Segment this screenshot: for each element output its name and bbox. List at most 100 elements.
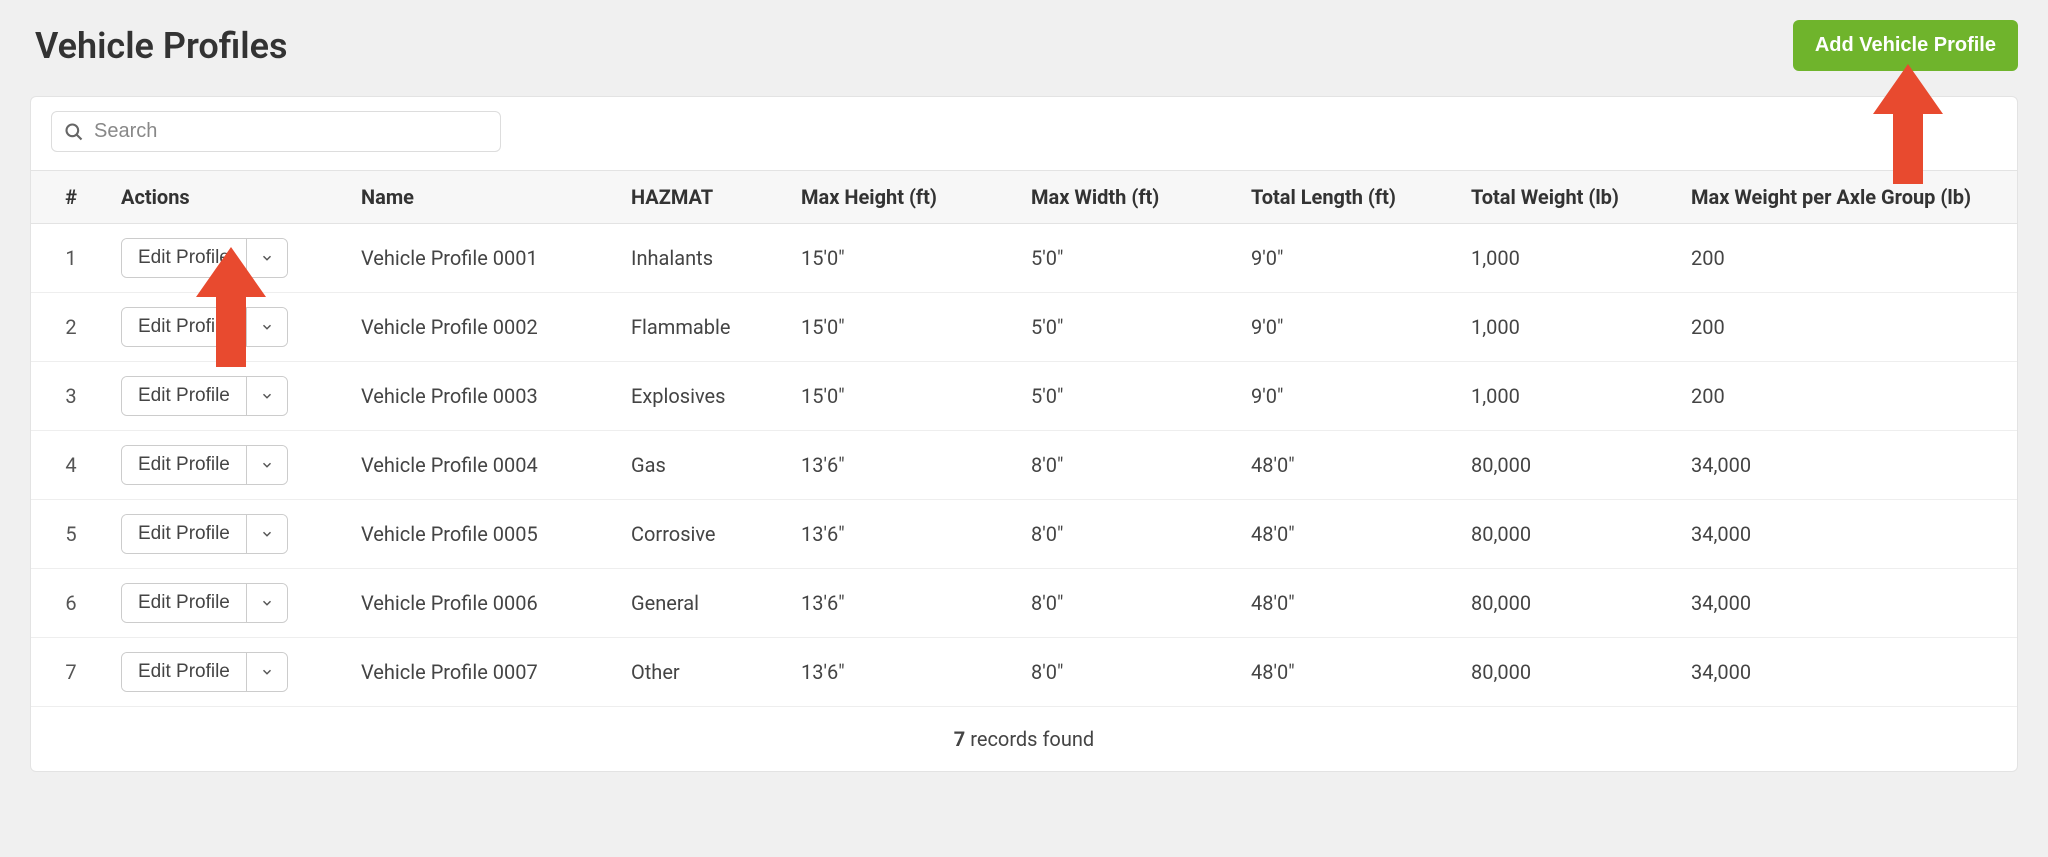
- col-max-height: Max Height (ft): [791, 171, 1021, 224]
- row-actions: Edit Profile: [111, 293, 351, 362]
- row-number: 2: [31, 293, 111, 362]
- table-row: 2 Edit Profile Vehicle Profile 0002Flammab…: [31, 293, 2017, 362]
- col-max-axle: Max Weight per Axle Group (lb): [1681, 171, 2017, 224]
- cell-name: Vehicle Profile 0006: [351, 569, 621, 638]
- cell-total-length: 48'0": [1241, 638, 1461, 707]
- edit-profile-button[interactable]: Edit Profile: [122, 515, 247, 553]
- cell-name: Vehicle Profile 0005: [351, 500, 621, 569]
- row-number: 3: [31, 362, 111, 431]
- cell-name: Vehicle Profile 0001: [351, 224, 621, 293]
- col-name: Name: [351, 171, 621, 224]
- edit-profile-dropdown[interactable]: [247, 653, 287, 691]
- cell-total-length: 9'0": [1241, 362, 1461, 431]
- col-max-width: Max Width (ft): [1021, 171, 1241, 224]
- cell-max-height: 13'6": [791, 500, 1021, 569]
- records-suffix: records found: [965, 727, 1094, 751]
- edit-profile-group: Edit Profile: [121, 514, 288, 554]
- cell-max-axle: 200: [1681, 362, 2017, 431]
- row-number: 7: [31, 638, 111, 707]
- edit-profile-button[interactable]: Edit Profile: [122, 239, 247, 277]
- cell-total-length: 48'0": [1241, 500, 1461, 569]
- edit-profile-button[interactable]: Edit Profile: [122, 584, 247, 622]
- table-row: 7Edit ProfileVehicle Profile 0007Other13…: [31, 638, 2017, 707]
- edit-profile-dropdown[interactable]: [247, 308, 287, 346]
- row-actions: Edit Profile: [111, 224, 351, 293]
- chevron-down-icon: [260, 320, 274, 334]
- cell-name: Vehicle Profile 0002: [351, 293, 621, 362]
- row-number: 4: [31, 431, 111, 500]
- table-row: 3 Edit Profile Vehicle Profile 0003Explosi…: [31, 362, 2017, 431]
- row-number: 6: [31, 569, 111, 638]
- cell-max-width: 8'0": [1021, 638, 1241, 707]
- cell-max-height: 13'6": [791, 569, 1021, 638]
- table-row: 4Edit ProfileVehicle Profile 0004Gas13'6…: [31, 431, 2017, 500]
- chevron-down-icon: [260, 527, 274, 541]
- edit-profile-dropdown[interactable]: [247, 584, 287, 622]
- cell-max-axle: 34,000: [1681, 569, 2017, 638]
- edit-profile-button[interactable]: Edit Profile: [122, 446, 247, 484]
- cell-total-length: 9'0": [1241, 293, 1461, 362]
- cell-max-axle: 34,000: [1681, 500, 2017, 569]
- page-title: Vehicle Profiles: [35, 25, 288, 67]
- cell-max-width: 8'0": [1021, 500, 1241, 569]
- cell-max-height: 15'0": [791, 362, 1021, 431]
- edit-profile-group: Edit Profile: [121, 652, 288, 692]
- edit-profile-button[interactable]: Edit Profile: [122, 377, 247, 415]
- cell-name: Vehicle Profile 0004: [351, 431, 621, 500]
- cell-hazmat: Inhalants: [621, 224, 791, 293]
- cell-total-weight: 1,000: [1461, 362, 1681, 431]
- cell-max-width: 8'0": [1021, 569, 1241, 638]
- row-actions: Edit Profile: [111, 500, 351, 569]
- chevron-down-icon: [260, 596, 274, 610]
- chevron-down-icon: [260, 389, 274, 403]
- edit-profile-group: Edit Profile: [121, 583, 288, 623]
- cell-max-width: 5'0": [1021, 362, 1241, 431]
- cell-max-height: 13'6": [791, 431, 1021, 500]
- cell-name: Vehicle Profile 0003: [351, 362, 621, 431]
- search-input-wrapper[interactable]: [51, 111, 501, 152]
- edit-profile-dropdown[interactable]: [247, 377, 287, 415]
- cell-max-width: 5'0": [1021, 293, 1241, 362]
- chevron-down-icon: [260, 665, 274, 679]
- col-hazmat: HAZMAT: [621, 171, 791, 224]
- cell-total-weight: 80,000: [1461, 431, 1681, 500]
- table-row: 5Edit ProfileVehicle Profile 0005Corrosi…: [31, 500, 2017, 569]
- search-icon: [64, 122, 84, 142]
- cell-max-width: 5'0": [1021, 224, 1241, 293]
- cell-hazmat: Explosives: [621, 362, 791, 431]
- cell-max-axle: 34,000: [1681, 638, 2017, 707]
- cell-hazmat: Flammable: [621, 293, 791, 362]
- table-row: 6Edit ProfileVehicle Profile 0006General…: [31, 569, 2017, 638]
- cell-max-height: 15'0": [791, 224, 1021, 293]
- edit-profile-dropdown[interactable]: [247, 239, 287, 277]
- cell-total-weight: 1,000: [1461, 224, 1681, 293]
- cell-total-length: 9'0": [1241, 224, 1461, 293]
- edit-profile-group: Edit Profile: [121, 376, 288, 416]
- table-header-row: # Actions Name HAZMAT Max Height (ft) Ma…: [31, 171, 2017, 224]
- search-input[interactable]: [94, 120, 488, 143]
- edit-profile-dropdown[interactable]: [247, 446, 287, 484]
- edit-profile-group: Edit Profile: [121, 307, 288, 347]
- cell-max-axle: 34,000: [1681, 431, 2017, 500]
- cell-hazmat: Corrosive: [621, 500, 791, 569]
- cell-hazmat: Other: [621, 638, 791, 707]
- edit-profile-dropdown[interactable]: [247, 515, 287, 553]
- vehicle-profiles-panel: # Actions Name HAZMAT Max Height (ft) Ma…: [30, 96, 2018, 772]
- edit-profile-button[interactable]: Edit Profile: [122, 308, 247, 346]
- add-vehicle-profile-button[interactable]: Add Vehicle Profile: [1793, 20, 2018, 71]
- col-actions: Actions: [111, 171, 351, 224]
- cell-max-height: 13'6": [791, 638, 1021, 707]
- cell-max-height: 15'0": [791, 293, 1021, 362]
- col-total-length: Total Length (ft): [1241, 171, 1461, 224]
- vehicle-profiles-table: # Actions Name HAZMAT Max Height (ft) Ma…: [31, 170, 2017, 771]
- cell-total-weight: 80,000: [1461, 569, 1681, 638]
- table-row: 1 Edit Profile Vehicle Profile 0001Inhalan…: [31, 224, 2017, 293]
- records-count: 7: [954, 727, 965, 751]
- cell-max-axle: 200: [1681, 224, 2017, 293]
- row-actions: Edit Profile: [111, 569, 351, 638]
- cell-total-weight: 80,000: [1461, 638, 1681, 707]
- row-actions: Edit Profile: [111, 431, 351, 500]
- edit-profile-button[interactable]: Edit Profile: [122, 653, 247, 691]
- row-number: 1: [31, 224, 111, 293]
- row-actions: Edit Profile: [111, 362, 351, 431]
